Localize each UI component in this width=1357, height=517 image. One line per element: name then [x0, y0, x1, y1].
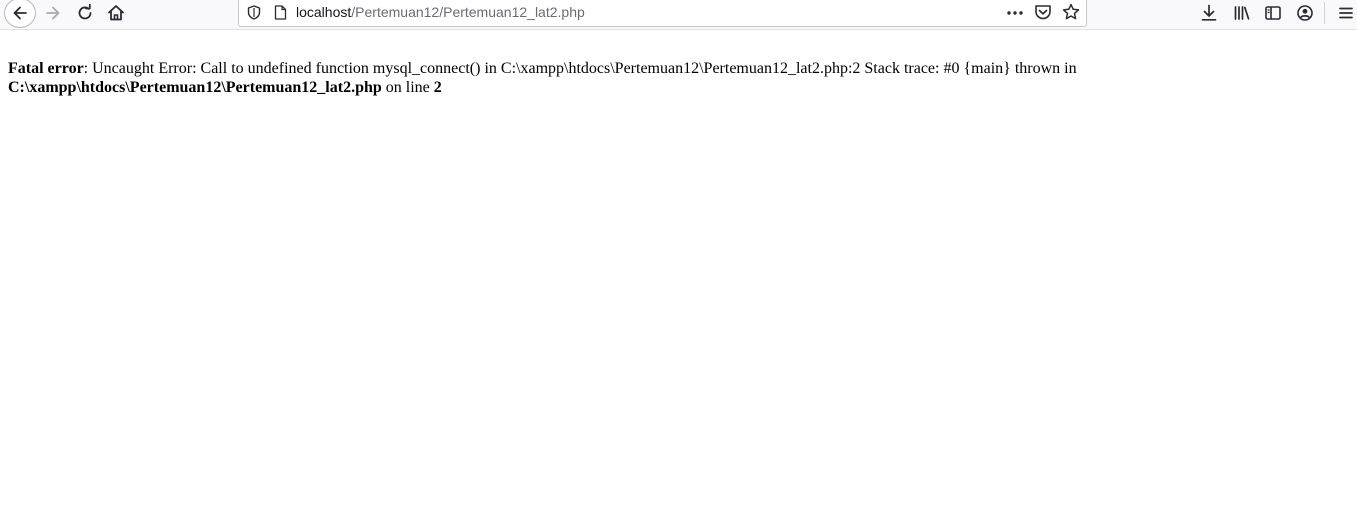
hamburger-menu-icon — [1339, 7, 1353, 19]
library-button[interactable] — [1227, 0, 1257, 26]
arrow-left-icon — [13, 6, 27, 20]
reload-button[interactable] — [70, 0, 100, 26]
bookmark-star-icon[interactable] — [1062, 3, 1080, 21]
download-icon — [1201, 4, 1217, 21]
error-message-text: : Uncaught Error: Call to undefined func… — [83, 60, 1077, 77]
toolbar-separator — [1324, 2, 1325, 24]
error-line-number: 2 — [433, 79, 442, 96]
php-error-message: Fatal error: Uncaught Error: Call to und… — [8, 59, 1349, 97]
account-button[interactable] — [1290, 0, 1320, 26]
back-button[interactable] — [4, 0, 36, 28]
error-line-prefix: on line — [381, 79, 434, 96]
reload-icon — [78, 4, 92, 20]
home-button[interactable] — [101, 0, 131, 26]
error-label: Fatal error — [8, 60, 84, 77]
pocket-icon[interactable] — [1034, 3, 1052, 21]
page-content: Fatal error: Uncaught Error: Call to und… — [8, 59, 1349, 97]
home-icon — [108, 5, 124, 21]
sidebar-toggle-button[interactable] — [1258, 0, 1288, 26]
forward-button[interactable] — [38, 0, 68, 26]
page-info-icon[interactable] — [274, 5, 287, 20]
url-bar[interactable]: localhost/Pertemuan12/Pertemuan12_lat2.p… — [238, 0, 1087, 27]
arrow-right-icon — [46, 6, 60, 20]
more-actions-icon[interactable] — [1005, 3, 1025, 23]
library-icon — [1234, 6, 1250, 20]
downloads-button[interactable] — [1194, 0, 1224, 26]
url-text[interactable]: localhost/Pertemuan12/Pertemuan12_lat2.p… — [296, 4, 585, 20]
account-icon — [1297, 5, 1313, 21]
shield-icon[interactable] — [247, 5, 261, 20]
app-menu-button[interactable] — [1331, 0, 1357, 26]
sidebar-icon — [1265, 6, 1281, 20]
browser-toolbar: localhost/Pertemuan12/Pertemuan12_lat2.p… — [0, 0, 1357, 30]
url-path: /Pertemuan12/Pertemuan12_lat2.php — [351, 4, 585, 20]
url-host: localhost — [296, 4, 352, 20]
error-file-path: C:\xampp\htdocs\Pertemuan12\Pertemuan12_… — [8, 79, 382, 96]
